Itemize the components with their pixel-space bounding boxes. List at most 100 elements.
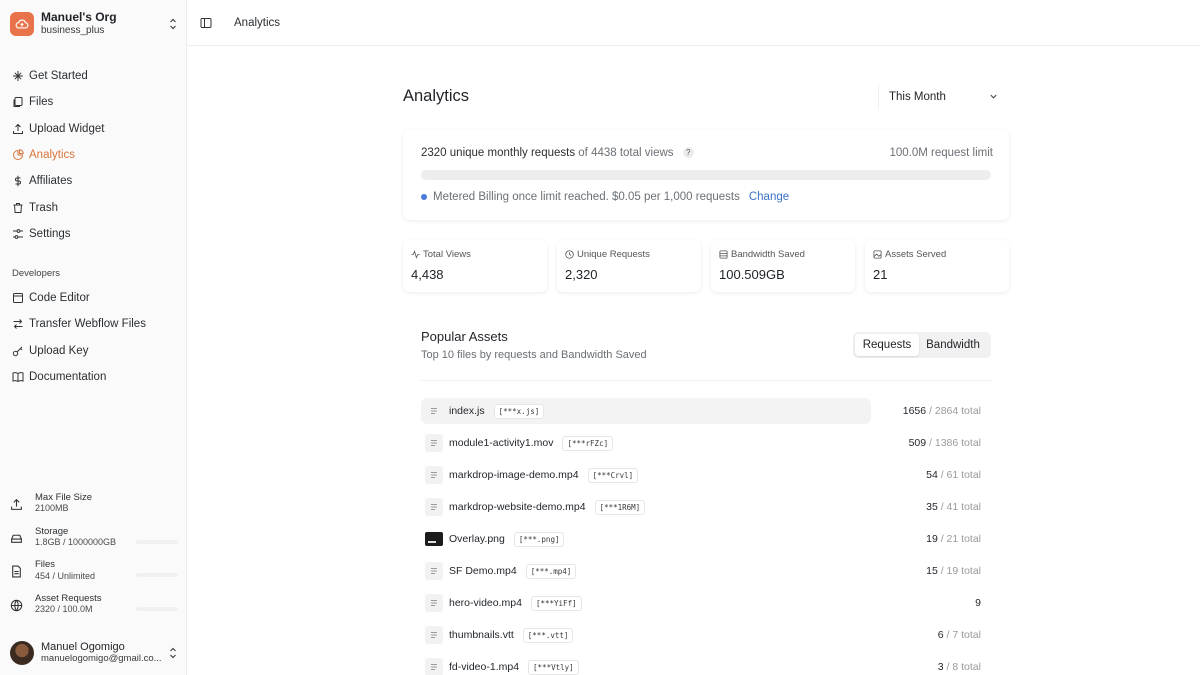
asset-count: 19 / 21 total — [926, 533, 981, 545]
stat-total-views: Total Views 4,438 — [403, 240, 547, 292]
nav-label: Upload Widget — [29, 122, 105, 135]
asset-id-tag: [***x.js] — [493, 403, 545, 419]
asset-id-tag: [***.vtt] — [522, 627, 574, 643]
nav-label: Affiliates — [29, 175, 73, 188]
change-billing-link[interactable]: Change — [749, 191, 789, 203]
usage-panel: Max File Size 2100MB Storage 1.8GB / 100… — [10, 492, 178, 626]
asset-id-tag: [***Crvl] — [587, 467, 639, 483]
stat-value: 21 — [873, 267, 888, 282]
nav-item-get-started[interactable]: Get Started — [6, 63, 180, 89]
asset-name: fd-video-1.mp4 — [449, 661, 520, 673]
asset-id-tag: [***.png] — [513, 531, 565, 547]
file-icon — [425, 466, 443, 484]
asset-row[interactable]: SF Demo.mp4 [***.mp4] 15 / 19 total — [421, 558, 991, 584]
help-icon[interactable]: ? — [682, 147, 694, 158]
clock-icon — [565, 250, 574, 259]
file-icon — [425, 594, 443, 612]
asset-requests: 15 — [926, 565, 938, 577]
stat-unique-requests: Unique Requests 2,320 — [557, 240, 701, 292]
asset-id-tag: [***1R6M] — [594, 499, 646, 515]
usage-value: 454 / Unlimited — [35, 570, 96, 581]
org-name: Manuel's Org — [41, 10, 117, 25]
file-icon — [425, 498, 443, 516]
nav-label: Settings — [29, 227, 71, 240]
nav-item-affiliates[interactable]: Affiliates — [6, 168, 180, 194]
settings-icon — [12, 228, 24, 240]
user-menu[interactable]: Manuel Ogomigo manuelogomigo@gmail.co... — [10, 640, 178, 666]
request-limit-card: 2320 unique monthly requests of 4438 tot… — [403, 130, 1009, 220]
asset-id-tag: [***YiFf] — [530, 595, 582, 611]
storage-usage-bar — [136, 539, 178, 544]
files-usage-bar — [136, 573, 178, 578]
tab-bandwidth[interactable]: Bandwidth — [919, 334, 987, 356]
file-icon — [10, 565, 23, 578]
asset-requests: 19 — [926, 533, 938, 545]
nav-item-code-editor[interactable]: Code Editor — [6, 285, 180, 311]
nav-item-documentation[interactable]: Documentation — [6, 364, 180, 390]
sidebar-toggle-icon[interactable] — [200, 17, 212, 29]
nav-item-files[interactable]: Files — [6, 89, 180, 115]
total-views-text: of 4438 total views — [578, 147, 674, 159]
chevron-up-down-icon[interactable] — [168, 17, 178, 31]
popular-assets-title: Popular Assets — [421, 329, 508, 344]
asset-row[interactable]: markdrop-image-demo.mp4 [***Crvl] 54 / 6… — [421, 462, 991, 488]
user-email: manuelogomigo@gmail.co... — [41, 653, 162, 664]
asset-row[interactable]: Overlay.png [***.png] 19 / 21 total — [421, 526, 991, 552]
asset-row[interactable]: index.js [***x.js] 1656 / 2864 total — [421, 398, 991, 424]
asset-row[interactable]: fd-video-1.mp4 [***Vtly] 3 / 8 total — [421, 654, 991, 675]
metric-toggle: Requests Bandwidth — [853, 332, 991, 358]
asset-total: / 1386 total — [929, 437, 981, 449]
stat-bandwidth-saved: Bandwidth Saved 100.509GB — [711, 240, 855, 292]
nav-item-trash[interactable]: Trash — [6, 194, 180, 220]
asset-count: 35 / 41 total — [926, 501, 981, 513]
nav-item-upload-key[interactable]: Upload Key — [6, 338, 180, 364]
page-title: Analytics — [403, 87, 470, 105]
nav-label: Files — [29, 96, 54, 109]
asset-total: / 21 total — [940, 533, 981, 545]
asset-name: SF Demo.mp4 — [449, 565, 517, 577]
image-thumbnail — [425, 532, 443, 546]
nav-item-transfer-webflow[interactable]: Transfer Webflow Files — [6, 311, 180, 337]
popular-assets-section: Popular Assets Top 10 files by requests … — [403, 318, 1009, 675]
asset-requests: 9 — [975, 597, 981, 609]
stat-label: Bandwidth Saved — [731, 249, 805, 260]
asset-name: thumbnails.vtt — [449, 629, 514, 641]
asset-row[interactable]: markdrop-website-demo.mp4 [***1R6M] 35 /… — [421, 494, 991, 520]
nav-item-upload-widget[interactable]: Upload Widget — [6, 116, 180, 142]
asset-name: index.js — [449, 405, 485, 417]
asset-row[interactable]: hero-video.mp4 [***YiFf] 9 — [421, 590, 991, 616]
activity-icon — [411, 250, 420, 259]
nav-item-settings[interactable]: Settings — [6, 221, 180, 247]
divider — [421, 380, 991, 381]
files-icon — [12, 96, 24, 108]
asset-total: / 61 total — [940, 469, 981, 481]
unique-requests-text: 2320 unique monthly requests — [421, 147, 576, 159]
chevron-up-down-icon[interactable] — [168, 646, 178, 660]
nav-label: Get Started — [29, 70, 88, 83]
nav-item-analytics[interactable]: Analytics — [6, 142, 180, 168]
asset-id-tag: [***Vtly] — [528, 659, 579, 675]
stat-value: 2,320 — [565, 267, 598, 282]
nav-label: Analytics — [29, 149, 76, 162]
main-content: Analytics Analytics This Month 2320 uniq… — [187, 0, 1200, 675]
usage-files: Files 454 / Unlimited — [10, 559, 178, 593]
asset-row[interactable]: module1-activity1.mov [***rFZc] 509 / 13… — [421, 430, 991, 456]
asset-count: 9 — [975, 597, 981, 609]
date-range-select[interactable]: This Month — [878, 85, 1008, 109]
nav-label: Trash — [29, 201, 58, 214]
book-icon — [12, 371, 24, 383]
org-switcher[interactable]: Manuel's Org business_plus — [10, 10, 178, 38]
usage-asset-requests: Asset Requests 2320 / 100.0M — [10, 593, 178, 627]
file-icon — [425, 626, 443, 644]
asset-count: 15 / 19 total — [926, 565, 981, 577]
asset-id-tag: [***rFZc] — [562, 435, 614, 451]
asset-requests: 3 — [937, 661, 944, 673]
asset-requests: 509 — [908, 437, 927, 449]
asset-total: / 8 total — [946, 661, 981, 673]
file-icon — [425, 434, 443, 452]
transfer-icon — [12, 318, 24, 330]
asset-row[interactable]: thumbnails.vtt [***.vtt] 6 / 7 total — [421, 622, 991, 648]
upload-icon — [12, 123, 24, 135]
tab-requests[interactable]: Requests — [855, 334, 919, 356]
upload-icon — [10, 498, 23, 511]
